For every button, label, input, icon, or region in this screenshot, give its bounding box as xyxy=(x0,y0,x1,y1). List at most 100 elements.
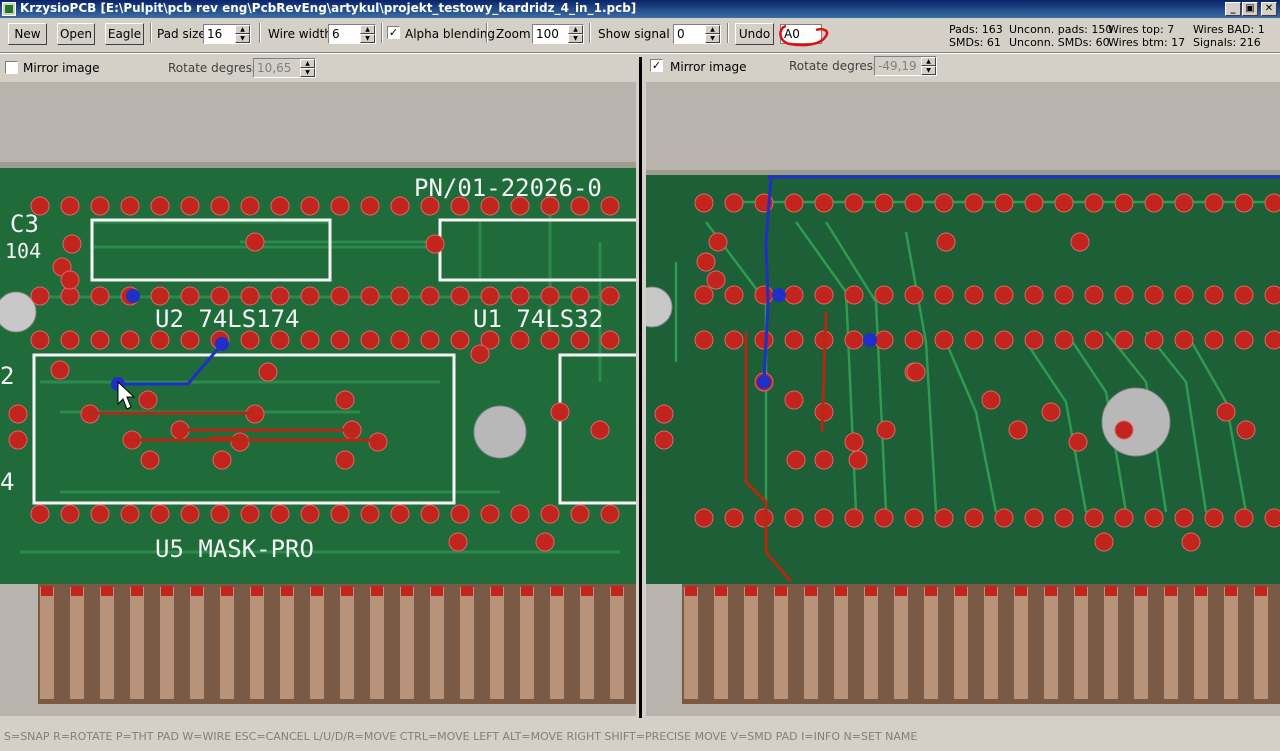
zoom-spinner[interactable]: 100 ▲ ▼ xyxy=(532,24,584,44)
pad[interactable] xyxy=(814,193,834,213)
pad[interactable] xyxy=(964,508,984,528)
pad[interactable] xyxy=(981,390,1001,410)
pad[interactable] xyxy=(60,270,80,290)
pad[interactable] xyxy=(994,285,1014,305)
pad[interactable] xyxy=(654,430,674,450)
pad[interactable] xyxy=(510,286,530,306)
smd-pad[interactable] xyxy=(251,586,263,596)
pad[interactable] xyxy=(480,286,500,306)
pad[interactable] xyxy=(300,286,320,306)
smd-pad[interactable] xyxy=(491,586,503,596)
pad[interactable] xyxy=(8,404,28,424)
pad[interactable] xyxy=(510,330,530,350)
right-mirror-checkbox[interactable]: ✓ xyxy=(650,59,663,72)
smd-pad[interactable] xyxy=(925,586,937,596)
pad[interactable] xyxy=(330,504,350,524)
spin-down-icon[interactable]: ▼ xyxy=(235,34,250,43)
pad[interactable] xyxy=(784,508,804,528)
pad[interactable] xyxy=(1114,330,1134,350)
open-button[interactable]: Open xyxy=(57,23,95,45)
pad[interactable] xyxy=(420,286,440,306)
pad[interactable] xyxy=(784,330,804,350)
pad[interactable] xyxy=(360,196,380,216)
pad[interactable] xyxy=(448,532,468,552)
pad[interactable] xyxy=(480,504,500,524)
pad[interactable] xyxy=(1144,285,1164,305)
pad[interactable] xyxy=(8,430,28,450)
pad[interactable] xyxy=(30,286,50,306)
pad[interactable] xyxy=(570,330,590,350)
pad[interactable] xyxy=(696,252,716,272)
close-button[interactable]: ✕ xyxy=(1261,2,1277,16)
pad[interactable] xyxy=(30,504,50,524)
pad[interactable] xyxy=(994,330,1014,350)
pad[interactable] xyxy=(540,196,560,216)
pad[interactable] xyxy=(1068,432,1088,452)
pad[interactable] xyxy=(425,234,445,254)
pad[interactable] xyxy=(140,450,160,470)
pad[interactable] xyxy=(1204,330,1224,350)
pad[interactable] xyxy=(724,285,744,305)
smd-pad[interactable] xyxy=(1165,586,1177,596)
pad[interactable] xyxy=(1024,285,1044,305)
pad[interactable] xyxy=(848,450,868,470)
pad[interactable] xyxy=(540,330,560,350)
pad[interactable] xyxy=(335,450,355,470)
pad[interactable] xyxy=(844,193,864,213)
pad[interactable] xyxy=(470,344,490,364)
smd-pad[interactable] xyxy=(131,586,143,596)
pad[interactable] xyxy=(784,390,804,410)
pad[interactable] xyxy=(90,286,110,306)
pad[interactable] xyxy=(600,196,620,216)
right-rotate-spinner[interactable]: -49,19 ▲ ▼ xyxy=(874,56,937,76)
smd-pad[interactable] xyxy=(1105,586,1117,596)
pad[interactable] xyxy=(62,234,82,254)
pad[interactable] xyxy=(814,508,834,528)
pad[interactable] xyxy=(300,196,320,216)
pad[interactable] xyxy=(360,330,380,350)
smd-pad[interactable] xyxy=(1225,586,1237,596)
pad[interactable] xyxy=(1084,193,1104,213)
smd-pad[interactable] xyxy=(101,586,113,596)
pad[interactable] xyxy=(1054,193,1074,213)
pad[interactable] xyxy=(330,286,350,306)
pad[interactable] xyxy=(120,330,140,350)
pad[interactable] xyxy=(600,330,620,350)
pad[interactable] xyxy=(90,504,110,524)
pad[interactable] xyxy=(270,196,290,216)
smd-pad[interactable] xyxy=(715,586,727,596)
pad[interactable] xyxy=(1054,285,1074,305)
pad[interactable] xyxy=(150,504,170,524)
pad[interactable] xyxy=(210,196,230,216)
smd-pad[interactable] xyxy=(41,586,53,596)
smd-pad[interactable] xyxy=(371,586,383,596)
pad[interactable] xyxy=(904,508,924,528)
smd-pad[interactable] xyxy=(1135,586,1147,596)
pad[interactable] xyxy=(180,286,200,306)
pad[interactable] xyxy=(1216,402,1236,422)
pad[interactable] xyxy=(450,286,470,306)
spin-down-icon[interactable]: ▼ xyxy=(921,66,936,75)
spin-up-icon[interactable]: ▲ xyxy=(705,25,720,34)
new-button[interactable]: New xyxy=(8,23,47,45)
pad[interactable] xyxy=(420,330,440,350)
pad[interactable] xyxy=(654,404,674,424)
pad[interactable] xyxy=(120,196,140,216)
top-layer-view[interactable]: PN/01-22026-0 C3 104 U2 74LS174 U1 74LS3… xyxy=(0,82,636,716)
pad[interactable] xyxy=(994,508,1014,528)
pad[interactable] xyxy=(240,286,260,306)
pad[interactable] xyxy=(120,504,140,524)
pad[interactable] xyxy=(1234,285,1254,305)
left-rotate-spinner[interactable]: 10,65 ▲ ▼ xyxy=(253,58,316,78)
pad[interactable] xyxy=(1264,193,1280,213)
show-signal-spinner[interactable]: 0 ▲ ▼ xyxy=(673,24,721,44)
pad[interactable] xyxy=(360,286,380,306)
pad[interactable] xyxy=(964,193,984,213)
bottom-layer-view[interactable] xyxy=(646,82,1280,716)
smd-pad[interactable] xyxy=(581,586,593,596)
pad[interactable] xyxy=(1008,420,1028,440)
pad[interactable] xyxy=(330,330,350,350)
pad[interactable] xyxy=(270,504,290,524)
pad[interactable] xyxy=(180,196,200,216)
pad[interactable] xyxy=(754,508,774,528)
